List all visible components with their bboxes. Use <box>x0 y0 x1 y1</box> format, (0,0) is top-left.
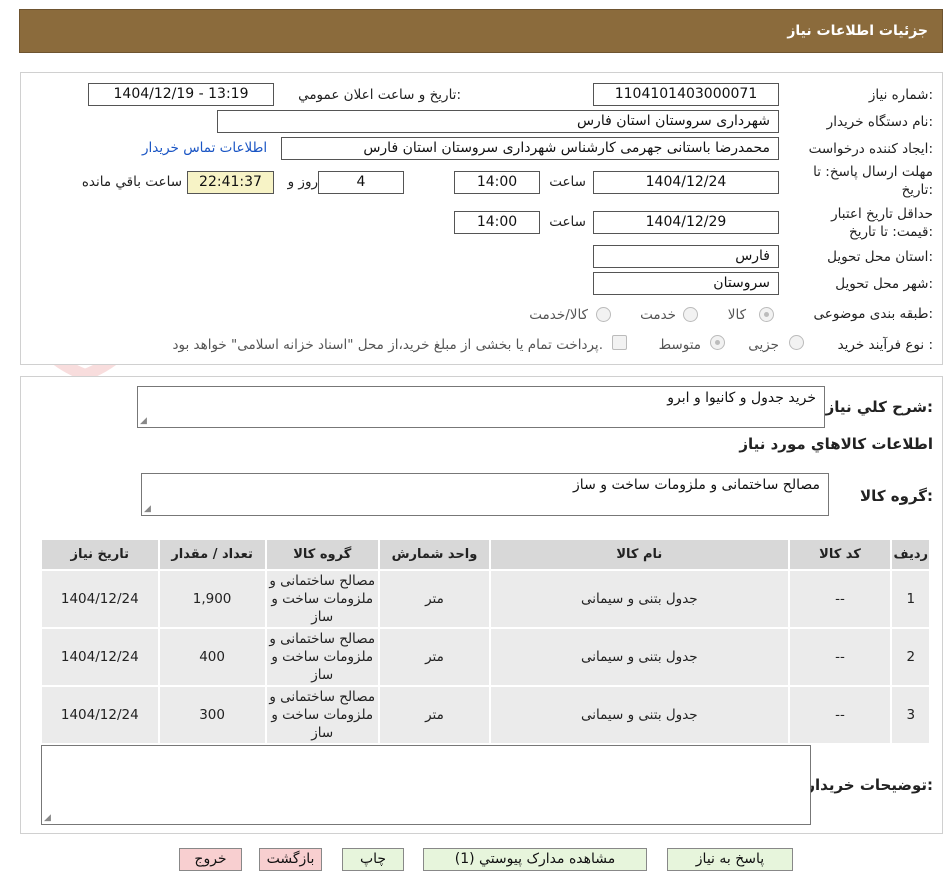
items-table: رديف کد کالا نام کالا واحد شمارش گروه کا… <box>40 538 931 745</box>
col-item-name: نام کالا <box>489 538 790 571</box>
col-need-date: تاريخ نياز <box>40 538 160 571</box>
reply-deadline-label: مهلت ارسال پاسخ: تا <box>813 164 933 180</box>
cell-group: مصالح ساختمانی و ملزومات ساخت و ساز <box>264 627 380 687</box>
province-label: استان محل تحويل: <box>827 249 933 265</box>
cell-need-date: 1404/12/24 <box>40 685 160 745</box>
buyer-org-label: نام دستگاه خريدار: <box>826 114 933 130</box>
cell-row-number: 1 <box>890 569 931 629</box>
reply-time-label: ساعت <box>549 174 586 190</box>
cell-unit: متر <box>377 569 492 629</box>
table-row: 2 -- جدول بتنی و سیمانی متر مصالح ساختما… <box>40 627 931 687</box>
buyer-org-field[interactable]: شهرداری سروستان استان فارس <box>217 110 779 133</box>
table-header-row: رديف کد کالا نام کالا واحد شمارش گروه کا… <box>40 538 931 571</box>
validity-time-label: ساعت <box>549 214 586 230</box>
category-radio-service[interactable] <box>683 307 698 322</box>
process-radio-minor[interactable] <box>789 335 804 350</box>
cell-item-code: -- <box>787 627 893 687</box>
cell-item-code: -- <box>787 569 893 629</box>
cell-item-name: جدول بتنی و سیمانی <box>489 569 790 629</box>
announce-field[interactable]: 1404/12/19 - 13:19 <box>88 83 274 106</box>
remaining-time-field: 22:41:37 <box>187 171 274 194</box>
city-field[interactable]: سروستان <box>593 272 779 295</box>
cell-item-name: جدول بتنی و سیمانی <box>489 627 790 687</box>
days-field[interactable]: 4 <box>318 171 404 194</box>
page-header: جزئیات اطلاعات نیاز <box>19 9 943 53</box>
resize-grip-icon[interactable]: ◢ <box>44 814 51 823</box>
cell-row-number: 2 <box>890 627 931 687</box>
cell-unit: متر <box>377 627 492 687</box>
validity-label-2: قيمت: تا تاريخ: <box>848 224 933 240</box>
requester-label: ایجاد کننده درخواست: <box>808 141 933 157</box>
category-radio-goods-service[interactable] <box>596 307 611 322</box>
buyer-notes-label: توضيحات خريدار: <box>806 776 933 794</box>
view-attachments-button[interactable]: مشاهده مدارک پيوستي (1) <box>423 848 647 871</box>
payment-note: پرداخت تمام یا بخشی از مبلغ خرید،از محل … <box>172 337 603 353</box>
col-item-code: کد کالا <box>787 538 893 571</box>
validity-date-field[interactable]: 1404/12/29 <box>593 211 779 234</box>
reply-time-field[interactable]: 14:00 <box>454 171 540 194</box>
reply-button[interactable]: پاسخ به نياز <box>667 848 793 871</box>
goods-group-label: گروه کالا: <box>860 487 933 505</box>
buyer-contact-link[interactable]: اطلاعات تماس خريدار <box>142 140 267 156</box>
process-option-medium: متوسط <box>658 337 701 353</box>
cell-unit: متر <box>377 685 492 745</box>
cell-quantity: 400 <box>157 627 267 687</box>
province-field[interactable]: فارس <box>593 245 779 268</box>
col-row-number: رديف <box>890 538 931 571</box>
validity-time-field[interactable]: 14:00 <box>454 211 540 234</box>
cell-need-date: 1404/12/24 <box>40 627 160 687</box>
process-option-minor: جزیی <box>748 337 779 353</box>
category-option-service: خدمت <box>640 307 676 323</box>
table-row: 1 -- جدول بتنی و سیمانی متر مصالح ساختما… <box>40 569 931 629</box>
cell-group: مصالح ساختمانی و ملزومات ساخت و ساز <box>264 685 380 745</box>
summary-text: خرید جدول و کانیوا و ابرو <box>667 390 816 406</box>
resize-grip-icon[interactable]: ◢ <box>144 505 151 514</box>
col-unit: واحد شمارش <box>377 538 492 571</box>
print-button[interactable]: چاپ <box>342 848 404 871</box>
need-number-label: شماره نیاز: <box>868 87 933 103</box>
reply-date-field[interactable]: 1404/12/24 <box>593 171 779 194</box>
process-radio-medium[interactable] <box>710 335 725 350</box>
process-label: نوع فرآیند خرید : <box>837 337 933 353</box>
reply-deadline-label-2: تاريخ: <box>901 182 933 198</box>
cell-need-date: 1404/12/24 <box>40 569 160 629</box>
col-group: گروه کالا <box>264 538 380 571</box>
cell-quantity: 300 <box>157 685 267 745</box>
goods-group-textarea[interactable]: مصالح ساختمانی و ملزومات ساخت و ساز ◢ <box>141 473 829 516</box>
category-label: طبقه بندی موضوعی: <box>813 306 933 322</box>
cell-item-name: جدول بتنی و سیمانی <box>489 685 790 745</box>
announce-label: تاریخ و ساعت اعلان عمومي: <box>298 87 461 103</box>
city-label: شهر محل تحويل: <box>835 276 933 292</box>
requester-field[interactable]: محمدرضا باستانی جهرمی کارشناس شهرداری سر… <box>281 137 779 160</box>
validity-label: حداقل تاريخ اعتبار <box>831 206 933 222</box>
resize-grip-icon[interactable]: ◢ <box>140 417 147 426</box>
back-button[interactable]: بازگشت <box>259 848 322 871</box>
cell-row-number: 3 <box>890 685 931 745</box>
cell-quantity: 1,900 <box>157 569 267 629</box>
days-label: روز و <box>287 174 318 190</box>
table-row: 3 -- جدول بتنی و سیمانی متر مصالح ساختما… <box>40 685 931 745</box>
summary-textarea[interactable]: خرید جدول و کانیوا و ابرو ◢ <box>137 386 825 428</box>
goods-section-title: اطلاعات کالاهاي مورد نياز <box>739 435 933 453</box>
remaining-time-label: ساعت باقي مانده <box>81 174 182 190</box>
category-radio-goods[interactable] <box>759 307 774 322</box>
col-quantity: تعداد / مقدار <box>157 538 267 571</box>
cell-item-code: -- <box>787 685 893 745</box>
treasury-checkbox[interactable] <box>612 335 627 350</box>
buyer-notes-textarea[interactable]: ◢ <box>41 745 811 825</box>
category-option-goods: کالا <box>727 307 746 323</box>
cell-group: مصالح ساختمانی و ملزومات ساخت و ساز <box>264 569 380 629</box>
category-option-goods-service: کالا/خدمت <box>529 307 588 323</box>
need-number-field[interactable]: 1104101403000071 <box>593 83 779 106</box>
goods-group-text: مصالح ساختمانی و ملزومات ساخت و ساز <box>573 477 820 493</box>
exit-button[interactable]: خروج <box>179 848 242 871</box>
summary-label: شرح کلي نياز: <box>825 398 933 416</box>
page-title: جزئیات اطلاعات نیاز <box>787 23 928 39</box>
